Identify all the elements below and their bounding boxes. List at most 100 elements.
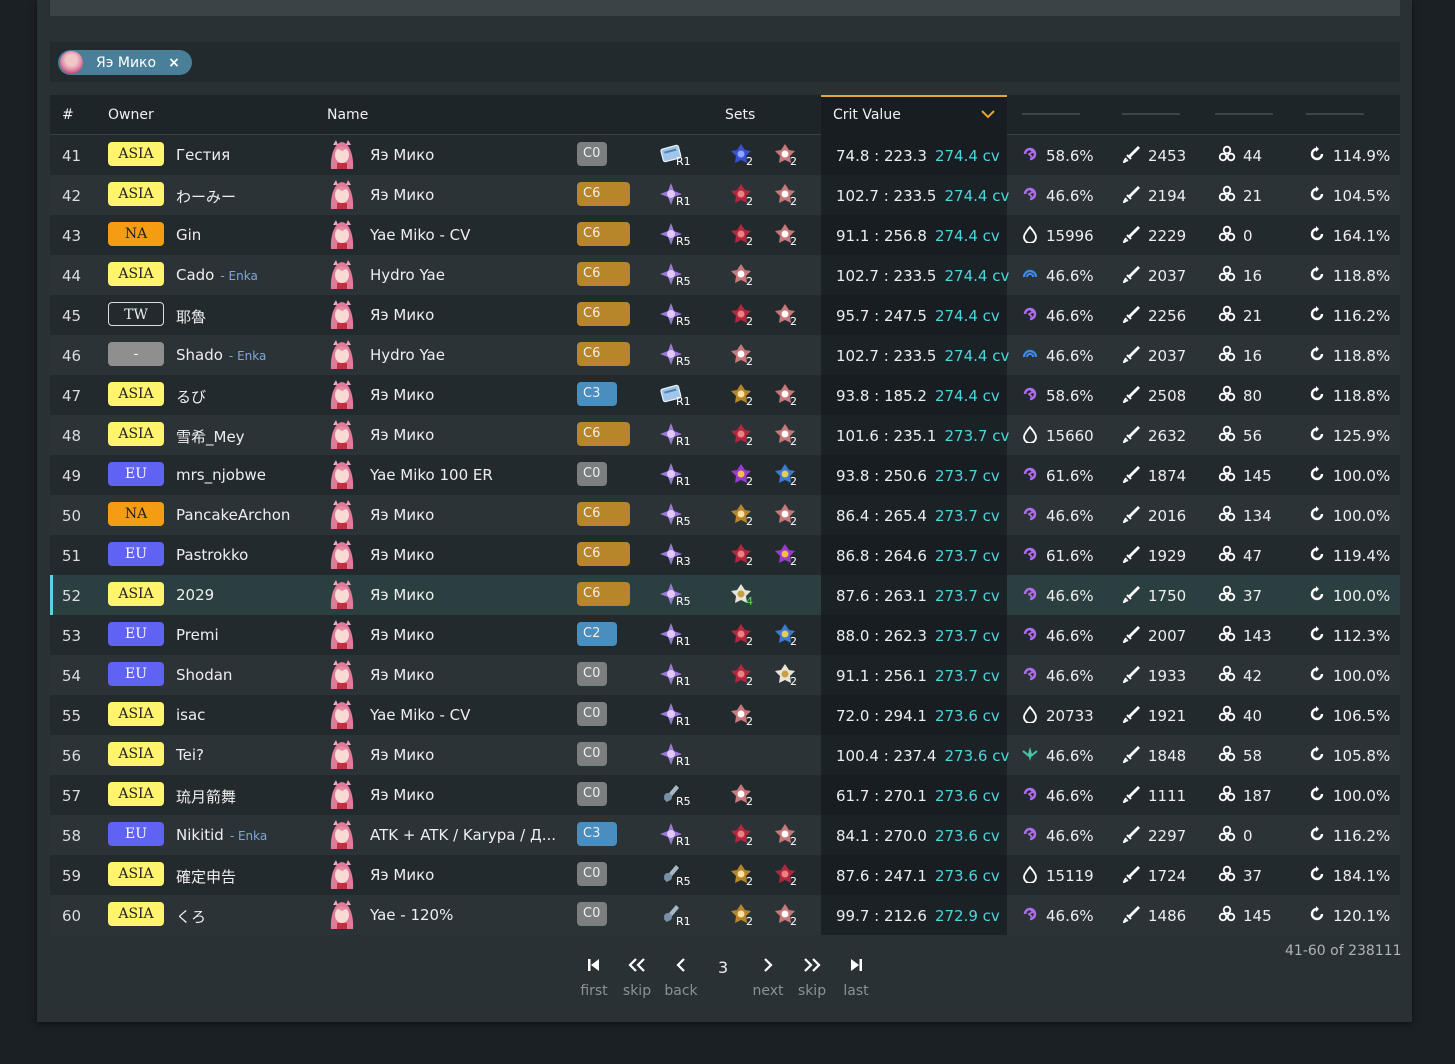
owner-name[interactable]: わーみー [176,186,236,207]
header-stat-1[interactable] [1022,113,1080,115]
table-row[interactable]: 43 NA Gin Yae Miko - CV C6 R5 2 2 91.1 : 256.8 27… [50,215,1400,255]
owner-name[interactable]: Nikitid - Enka [176,826,267,844]
header-owner[interactable]: Owner [108,107,154,123]
build-name[interactable]: Яэ Мико [370,586,434,604]
enka-tag[interactable]: - Enka [229,349,266,363]
header-name[interactable]: Name [327,107,368,123]
owner-name[interactable]: Гестия [176,146,230,164]
artifact-set-icon: 2 [728,661,758,691]
owner-name[interactable]: 確定申告 [176,866,236,887]
table-row[interactable]: 60 ASIA くろ Yae - 120% C0 R1 2 2 99.7 : 212.6 272.… [50,895,1400,935]
table-row[interactable]: 49 EU mrs_njobwe Yae Miko 100 ER C0 R1 2 2 93.8 … [50,455,1400,495]
table-row[interactable]: 55 ASIA isac Yae Miko - CV C0 R1 2 72.0 : 294.1… [50,695,1400,735]
header-sets[interactable]: Sets [725,107,755,123]
character-portrait-icon [328,859,356,891]
table-row[interactable]: 59 ASIA 確定申告 Яэ Мико C0 R5 2 2 87.6 : 247.1 273.6… [50,855,1400,895]
owner-name[interactable]: isac [176,706,205,724]
skip-next-button[interactable]: skip [795,955,829,999]
table-row[interactable]: 57 ASIA 琉月箭舞 Яэ Мико C0 R5 2 61.7 : 270.1 273.6 … [50,775,1400,815]
chevron-down-icon[interactable] [981,107,995,123]
owner-name[interactable]: 2029 [176,586,214,604]
build-name[interactable]: Яэ Мико [370,546,434,564]
skip-back-button[interactable]: skip [620,955,654,999]
table-row[interactable]: 47 ASIA るび Яэ Мико C3 R1 2 2 93.8 : 185.2 274.4 c… [50,375,1400,415]
header-crit-value[interactable]: Crit Value [821,95,1007,135]
character-portrait-icon [328,499,356,531]
build-name[interactable]: Yae Miko - CV [370,226,470,244]
artifact-set-icon: 2 [772,141,802,171]
enka-tag[interactable]: - Enka [220,269,257,283]
table-row[interactable]: 50 NA PancakeArchon Яэ Мико C6 R5 2 2 86.4 : 265… [50,495,1400,535]
table-row[interactable]: 42 ASIA わーみー Яэ Мико C6 R1 2 2 102.7 : 233.5 274.… [50,175,1400,215]
owner-name[interactable]: くろ [176,906,206,927]
remove-filter-icon[interactable]: × [168,55,180,71]
build-name[interactable]: Яэ Мико [370,146,434,164]
build-name[interactable]: Яэ Мико [370,746,434,764]
atk-stat: 2016 [1121,505,1186,527]
owner-name[interactable]: るび [176,386,206,407]
build-name[interactable]: Яэ Мико [370,866,434,884]
owner-name[interactable]: PancakeArchon [176,506,290,524]
top-header-strip [50,0,1400,17]
character-portrait-icon [328,539,356,571]
er-stat: 125.9% [1308,425,1390,447]
table-row[interactable]: 41 ASIA Гестия Яэ Мико C0 R1 2 2 74.8 : 223.3 274… [50,135,1400,175]
enka-tag[interactable]: - Enka [230,829,267,843]
build-name[interactable]: Yae Miko - CV [370,706,470,724]
table-row[interactable]: 58 EU Nikitid - Enka ATK + ATK / Karypa / Д.… [50,815,1400,855]
table-row[interactable]: 44 ASIA Cado - Enka Hydro Yae C6 R5 2 102.7 : 23… [50,255,1400,295]
build-name[interactable]: Hydro Yae [370,346,445,364]
table-row[interactable]: 52 ASIA 2029 Яэ Мико C6 R5 4 87.6 : 263.1 273.7 … [50,575,1400,615]
table-row[interactable]: 53 EU Premi Яэ Мико C2 R1 2 2 88.0 : 262.3 273.7 … [50,615,1400,655]
build-name[interactable]: ATK + ATK / Karypa / Д... [370,826,556,844]
owner-name[interactable]: Tei? [176,746,204,764]
back-button[interactable]: back [662,955,700,999]
character-filter-chip[interactable]: Яэ Мико × [58,50,192,75]
owner-label: 雪希_Mey [176,428,245,446]
rank: 42 [62,187,82,205]
build-name[interactable]: Яэ Мико [370,306,434,324]
er-stat: 120.1% [1308,905,1390,927]
owner-name[interactable]: Cado - Enka [176,266,258,284]
table-row[interactable]: 45 TW 耶魯 Яэ Мико C6 R5 2 2 95.7 : 247.5 274.4 cv 4… [50,295,1400,335]
build-name[interactable]: Яэ Мико [370,386,434,404]
next-button[interactable]: next [750,955,786,999]
build-name[interactable]: Yae - 120% [370,906,453,924]
weapon-icon: R1 [658,381,691,411]
build-name[interactable]: Яэ Мико [370,666,434,684]
table-row[interactable]: 51 EU Pastrokko Яэ Мико C6 R3 2 2 86.8 : 264.6 27… [50,535,1400,575]
owner-name[interactable]: mrs_njobwe [176,466,266,484]
elemental-mastery-icon [1218,265,1243,287]
build-name[interactable]: Hydro Yae [370,266,445,284]
owner-name[interactable]: 雪希_Mey [176,426,245,447]
rank: 58 [62,827,82,845]
constellation-badge: C6 [577,422,630,446]
build-name[interactable]: Яэ Мико [370,786,434,804]
build-name[interactable]: Яэ Мико [370,426,434,444]
table-row[interactable]: 54 EU Shodan Яэ Мико C0 R1 2 2 91.1 : 256.1 273.7… [50,655,1400,695]
atk-stat: 1933 [1121,665,1186,687]
owner-label: Tei? [176,746,204,764]
table-row[interactable]: 48 ASIA 雪希_Mey Яэ Мико C6 R1 2 2 101.6 : 235.1 27… [50,415,1400,455]
header-stat-4[interactable] [1306,113,1364,115]
energy-recharge-icon [1308,465,1333,487]
table-row[interactable]: 46 - Shado - Enka Hydro Yae C6 R5 2 102.7 : 233.… [50,335,1400,375]
header-stat-3[interactable] [1215,113,1273,115]
build-name[interactable]: Яэ Мико [370,186,434,204]
owner-name[interactable]: 琉月箭舞 [176,786,236,807]
header-stat-2[interactable] [1122,113,1180,115]
owner-name[interactable]: Premi [176,626,219,644]
build-name[interactable]: Yae Miko 100 ER [370,466,493,484]
owner-name[interactable]: Gin [176,226,201,244]
owner-name[interactable]: Shado - Enka [176,346,266,364]
first-page-button[interactable]: first [578,955,610,999]
crit-value-cell: 102.7 : 233.5 274.4 cv [821,255,1009,295]
energy-recharge-icon [1308,345,1333,367]
last-page-button[interactable]: last [841,955,871,999]
owner-name[interactable]: Shodan [176,666,232,684]
build-name[interactable]: Яэ Мико [370,626,434,644]
build-name[interactable]: Яэ Мико [370,506,434,524]
owner-name[interactable]: 耶魯 [176,306,206,327]
owner-name[interactable]: Pastrokko [176,546,248,564]
table-row[interactable]: 56 ASIA Tei? Яэ Мико C0 R1 100.4 : 237.4 273.6 … [50,735,1400,775]
